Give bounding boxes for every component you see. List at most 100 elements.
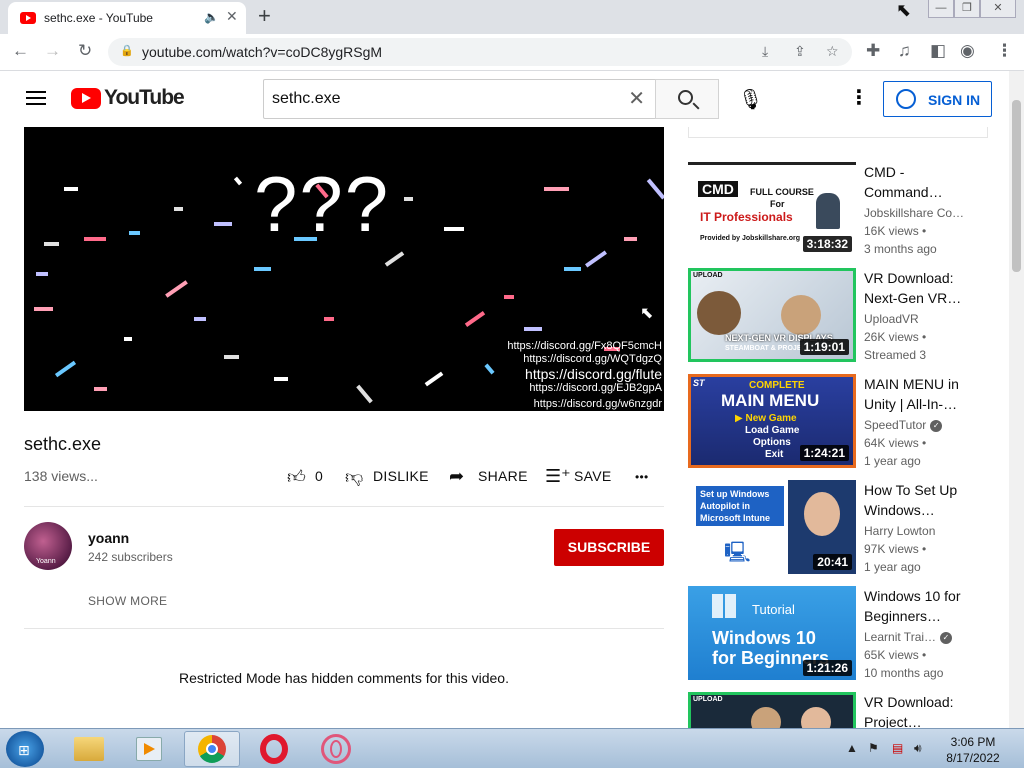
recommendation-item[interactable]: ST COMPLETE MAIN MENU ▶ New Game Load Ga… [688, 374, 988, 470]
taskbar-explorer[interactable] [62, 731, 118, 767]
particle-dash [94, 387, 107, 391]
recommendation-item[interactable]: UPLOAD NEXT-GEN VR DISPLAYS STEAMBOAT & … [688, 268, 988, 364]
browser-titlebar: sethc.exe - YouTube 🔈 ✕ + ⬉ — ❐ ✕ [0, 0, 1024, 34]
tab-close-icon[interactable]: ✕ [226, 8, 238, 25]
profile-avatar-icon[interactable]: ◉ [960, 41, 975, 61]
new-tab-button[interactable]: + [258, 4, 271, 28]
search-button[interactable] [655, 79, 719, 119]
media-controls-icon[interactable]: ♫ [898, 41, 911, 61]
scrollbar-thumb[interactable] [1012, 100, 1021, 272]
recommendation-item[interactable]: CMD FULL COURSE For IT Professionals Pro… [688, 162, 988, 258]
recommendation-title[interactable]: Windows 10 for Beginners… [864, 586, 984, 626]
network-icon[interactable]: ▤ [892, 741, 903, 755]
recommendation-channel[interactable]: Learnit Trai… ✓ [864, 630, 953, 644]
start-button[interactable]: ⊞ [6, 731, 44, 767]
particle-dash [356, 384, 373, 404]
recommendation-views: 26K views • [864, 330, 927, 344]
recommendation-title[interactable]: VR Download: Next-Gen VR… [864, 268, 984, 308]
particle-dash [384, 251, 405, 267]
avatar-label: Yoann [36, 558, 56, 565]
recommendation-title[interactable]: CMD - Command… [864, 162, 984, 202]
bookmark-star-icon[interactable]: ☆ [826, 43, 839, 60]
minimize-button[interactable]: — [928, 0, 954, 18]
sign-in-label: SIGN IN [928, 92, 981, 108]
video-duration: 20:41 [813, 554, 852, 570]
browser-tab[interactable]: sethc.exe - YouTube 🔈 ✕ [8, 2, 246, 34]
settings-more-icon[interactable]: ⋮ [849, 85, 869, 110]
computer-icon: 🖳 [724, 542, 751, 564]
browser-menu-icon[interactable]: ⋮ [996, 41, 1013, 61]
show-hidden-icons[interactable]: ▲ [846, 741, 858, 755]
recommendation-item[interactable]: Set up Windows Autopilot in Microsoft In… [688, 480, 988, 576]
like-thumb-icon[interactable]: 👍︎ [287, 466, 306, 488]
extensions-puzzle-icon[interactable]: ✚ [866, 41, 880, 61]
save-playlist-icon[interactable]: ☰⁺ [545, 466, 571, 487]
taskbar-opera[interactable] [246, 731, 302, 767]
clear-search-icon[interactable]: ✕ [628, 86, 645, 111]
lock-icon[interactable]: 🔒 [120, 44, 134, 57]
hamburger-menu-icon[interactable] [26, 91, 46, 105]
taskbar-chrome[interactable] [184, 731, 240, 767]
action-center-icon[interactable]: ⚑ [868, 741, 879, 755]
cartoon-face [801, 707, 831, 728]
video-thumbnail[interactable]: Tutorial Windows 10 for Beginners 1:21:2… [688, 586, 856, 680]
recommendation-channel[interactable]: Harry Lowton [864, 524, 935, 538]
save-button[interactable]: SAVE [574, 468, 612, 484]
side-panel-icon[interactable]: ◧ [930, 41, 946, 61]
video-duration: 1:24:21 [799, 445, 849, 461]
more-actions-button[interactable]: ••• [635, 470, 649, 484]
recommendation-title[interactable]: How To Set Up Windows… [864, 480, 984, 520]
thumb-text: CMD [698, 181, 738, 197]
taskbar-opera-gx[interactable] [308, 731, 364, 767]
address-bar[interactable]: 🔒 youtube.com/watch?v=coDC8ygRSgM ⤓ ⇪ ☆ [108, 38, 852, 66]
dislike-thumb-icon[interactable]: 👎︎ [345, 466, 363, 488]
forward-arrow-icon[interactable]: → [44, 41, 61, 61]
recommendation-channel[interactable]: UploadVR [864, 312, 919, 326]
sign-in-button[interactable]: SIGN IN [883, 81, 992, 117]
channel-name[interactable]: yoann [88, 530, 129, 546]
show-more-button[interactable]: SHOW MORE [88, 594, 167, 608]
thumb-text: COMPLETE [749, 380, 805, 391]
install-app-icon[interactable]: ⤓ [762, 43, 768, 60]
search-input[interactable]: sethc.exe ✕ [263, 79, 656, 119]
audio-playing-icon[interactable]: 🔈 [204, 10, 219, 24]
back-arrow-icon[interactable]: ← [12, 41, 29, 61]
sidebar-chip-bar [688, 127, 988, 138]
recommendation-channel[interactable]: Jobskillshare Co… [864, 206, 964, 220]
recommendation-channel[interactable]: SpeedTutor ✓ [864, 418, 943, 432]
reload-icon[interactable]: ↻ [78, 41, 92, 61]
share-page-icon[interactable]: ⇪ [794, 43, 806, 60]
dislike-button[interactable]: DISLIKE [373, 468, 429, 484]
volume-icon[interactable]: 🔊︎ [914, 741, 922, 756]
search-query-text[interactable]: sethc.exe [272, 90, 340, 108]
view-count[interactable]: 138 views... [24, 468, 98, 484]
recommendation-title[interactable]: VR Download: Project… [864, 692, 984, 728]
windows-logo-icon [712, 594, 736, 618]
presenter-face [804, 492, 840, 536]
video-thumbnail[interactable]: UPLOAD NEXT-GEN VR DISPLAYS STEAMBOAT & … [688, 268, 856, 362]
share-button[interactable]: SHARE [478, 468, 528, 484]
video-thumbnail[interactable]: ST COMPLETE MAIN MENU ▶ New Game Load Ga… [688, 374, 856, 468]
share-arrow-icon[interactable]: ➦ [449, 466, 464, 487]
close-window-button[interactable]: ✕ [980, 0, 1016, 18]
microphone-icon[interactable]: 🎙 [738, 87, 763, 112]
subscribe-button[interactable]: SUBSCRIBE [554, 529, 664, 566]
particle-dash [54, 360, 77, 378]
maximize-button[interactable]: ❐ [954, 0, 980, 18]
particle-dash [84, 237, 106, 241]
system-clock[interactable]: 3:06 PM 8/17/2022 [944, 734, 1002, 766]
recommendation-item[interactable]: UPLOAD VR Download: Project… [688, 692, 988, 728]
cartoon-face [781, 295, 821, 335]
video-thumbnail[interactable]: Set up Windows Autopilot in Microsoft In… [688, 480, 856, 574]
video-player[interactable]: ??? https://discord.gg/Fx8QF5cmcH https:… [24, 127, 664, 411]
recommendation-title[interactable]: MAIN MENU in Unity | All-In-… [864, 374, 984, 414]
video-thumbnail[interactable]: UPLOAD [688, 692, 856, 728]
channel-avatar[interactable]: Yoann [24, 522, 72, 570]
recommendation-item[interactable]: Tutorial Windows 10 for Beginners 1:21:2… [688, 586, 988, 682]
thumb-text: Load Game [745, 425, 800, 436]
url-text[interactable]: youtube.com/watch?v=coDC8ygRSgM [142, 44, 382, 60]
taskbar-media-player[interactable] [122, 731, 178, 767]
media-player-icon [136, 737, 162, 761]
like-count[interactable]: 0 [315, 468, 323, 484]
video-thumbnail[interactable]: CMD FULL COURSE For IT Professionals Pro… [688, 162, 856, 256]
